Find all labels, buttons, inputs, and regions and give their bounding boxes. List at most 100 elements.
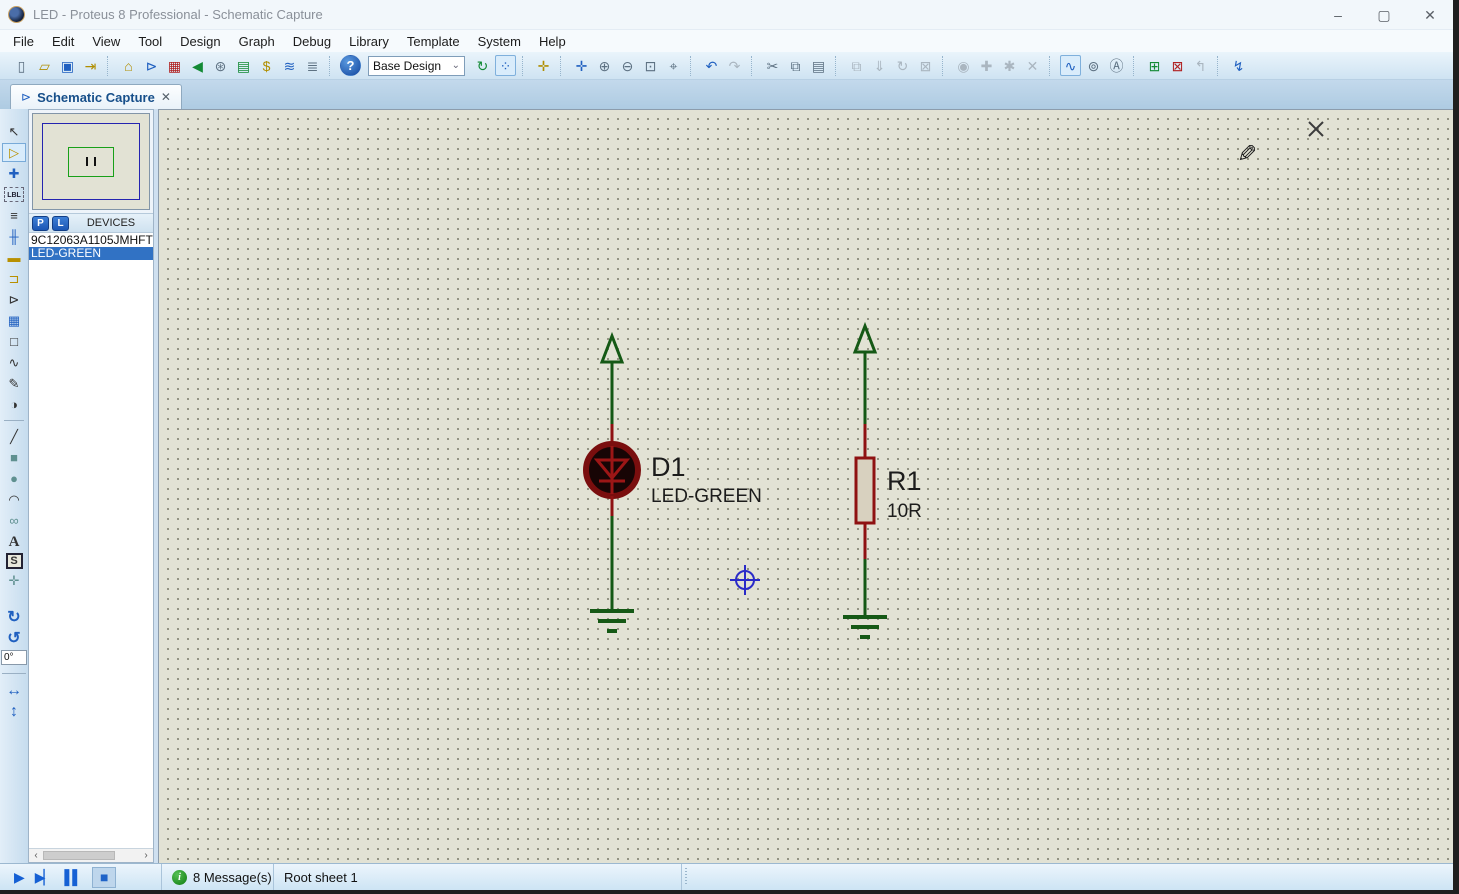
- text-script-mode-icon[interactable]: ≡: [2, 206, 26, 225]
- ground-terminal-d1[interactable]: [590, 609, 634, 633]
- rotation-angle-field[interactable]: [1, 650, 27, 665]
- 2d-symbol-mode-icon[interactable]: S: [5, 553, 23, 569]
- pcb-layout-icon[interactable]: ▦: [164, 55, 185, 76]
- block-move-icon[interactable]: ⇓: [869, 55, 890, 76]
- project-notes-icon[interactable]: ≣: [302, 55, 323, 76]
- 2d-line-mode-icon[interactable]: ╱: [2, 427, 26, 446]
- grid-toggle-icon[interactable]: ⁘: [495, 55, 516, 76]
- import-legacy-icon[interactable]: ⇥: [80, 55, 101, 76]
- step-button[interactable]: ▶▏: [35, 869, 54, 886]
- ground-terminal-r1[interactable]: [843, 615, 887, 639]
- goto-sheet-icon[interactable]: ↰: [1190, 55, 1211, 76]
- menu-item[interactable]: Design: [171, 32, 229, 51]
- rotate-anticlockwise-icon[interactable]: ↺: [2, 629, 26, 648]
- component-r1-resistor[interactable]: [854, 456, 876, 525]
- device-pins-mode-icon[interactable]: ⊳: [2, 290, 26, 309]
- tab-schematic-capture[interactable]: ⊳ Schematic Capture ✕: [10, 84, 182, 109]
- scroll-left-arrow[interactable]: ‹: [29, 850, 43, 861]
- component-ref-d1[interactable]: D1: [651, 452, 686, 482]
- help-icon[interactable]: ?: [340, 55, 361, 76]
- save-project-icon[interactable]: ▣: [57, 55, 78, 76]
- block-copy-icon[interactable]: ⧉: [846, 55, 867, 76]
- 2d-arc-mode-icon[interactable]: ◠: [2, 490, 26, 509]
- decompose-icon[interactable]: ✕: [1022, 55, 1043, 76]
- electrical-rule-check-icon[interactable]: ≋: [279, 55, 300, 76]
- pick-devices-button[interactable]: P: [32, 215, 49, 231]
- library-manager-button[interactable]: L: [52, 215, 69, 231]
- pick-parts-icon[interactable]: ◉: [953, 55, 974, 76]
- rotate-clockwise-icon[interactable]: ↻: [2, 608, 26, 627]
- schematic-capture-icon[interactable]: ⊳: [141, 55, 162, 76]
- paste-icon[interactable]: ▤: [808, 55, 829, 76]
- maximize-button[interactable]: ▢: [1361, 0, 1407, 30]
- mirror-horizontal-icon[interactable]: ↔: [2, 681, 26, 700]
- component-value-d1[interactable]: LED-GREEN: [651, 486, 762, 507]
- component-ref-r1[interactable]: R1: [887, 466, 922, 496]
- menu-item[interactable]: File: [4, 32, 43, 51]
- redo-icon[interactable]: ↷: [724, 55, 745, 76]
- tab-close-icon[interactable]: ✕: [161, 90, 171, 104]
- menu-item[interactable]: Library: [340, 32, 398, 51]
- scrollbar-thumb[interactable]: [43, 851, 115, 860]
- 2d-marker-mode-icon[interactable]: ✛: [2, 571, 26, 590]
- graph-mode-icon[interactable]: ▦: [2, 311, 26, 330]
- bill-of-materials-icon[interactable]: $: [256, 55, 277, 76]
- menu-item[interactable]: Edit: [43, 32, 83, 51]
- power-terminal-r1[interactable]: [852, 321, 878, 354]
- 3d-visualizer-icon[interactable]: ◀: [187, 55, 208, 76]
- design-explorer-icon[interactable]: ▤: [233, 55, 254, 76]
- menu-item[interactable]: View: [83, 32, 129, 51]
- electrical-check-report-icon[interactable]: ↯: [1228, 55, 1249, 76]
- zoom-in-icon[interactable]: ⊕: [594, 55, 615, 76]
- stop-button[interactable]: ■: [92, 866, 117, 888]
- make-device-icon[interactable]: ✚: [976, 55, 997, 76]
- schematic-overview-minimap[interactable]: [32, 113, 150, 210]
- menu-item[interactable]: Tool: [129, 32, 171, 51]
- power-terminal-d1[interactable]: [599, 331, 625, 364]
- center-at-cursor-icon[interactable]: ✛: [571, 55, 592, 76]
- wire-label-mode-icon[interactable]: LBL: [4, 187, 24, 202]
- packaging-tool-icon[interactable]: ✱: [999, 55, 1020, 76]
- virtual-instruments-mode-icon[interactable]: ◑: [2, 395, 26, 414]
- cut-icon[interactable]: ✂: [762, 55, 783, 76]
- 2d-box-mode-icon[interactable]: ■: [2, 448, 26, 467]
- selection-mode-icon[interactable]: ↖: [2, 122, 26, 141]
- 2d-circle-mode-icon[interactable]: ●: [2, 469, 26, 488]
- menu-item[interactable]: Help: [530, 32, 575, 51]
- scroll-right-arrow[interactable]: ›: [139, 850, 153, 861]
- subcircuit-mode-icon[interactable]: ▬: [2, 248, 26, 267]
- refresh-display-icon[interactable]: ↻: [472, 55, 493, 76]
- wire-autorouter-icon[interactable]: ∿: [1060, 55, 1081, 76]
- voltage-probe-mode-icon[interactable]: ✎: [2, 374, 26, 393]
- message-status[interactable]: i 8 Message(s): [162, 864, 274, 890]
- schematic-canvas[interactable]: D1 LED-GREEN R1 10R ✎: [158, 109, 1453, 863]
- search-and-tag-icon[interactable]: ⊚: [1083, 55, 1104, 76]
- design-selector-dropdown[interactable]: Base Design ⌄: [368, 55, 465, 76]
- new-project-icon[interactable]: ▯: [11, 55, 32, 76]
- menu-item[interactable]: System: [469, 32, 530, 51]
- block-delete-icon[interactable]: ⊠: [915, 55, 936, 76]
- tape-recorder-mode-icon[interactable]: □: [2, 332, 26, 351]
- gerber-viewer-icon[interactable]: ⊛: [210, 55, 231, 76]
- junction-dot-mode-icon[interactable]: ✚: [2, 164, 26, 183]
- new-root-sheet-icon[interactable]: ⊞: [1144, 55, 1165, 76]
- buses-mode-icon[interactable]: ╫: [2, 227, 26, 246]
- device-list-item[interactable]: LED-GREEN: [29, 247, 153, 260]
- minimize-button[interactable]: –: [1315, 0, 1361, 30]
- menu-item[interactable]: Debug: [284, 32, 340, 51]
- component-value-r1[interactable]: 10R: [887, 501, 922, 522]
- menu-item[interactable]: Graph: [230, 32, 284, 51]
- property-assignment-icon[interactable]: Ⓐ: [1106, 55, 1127, 76]
- undo-icon[interactable]: ↶: [701, 55, 722, 76]
- zoom-to-area-icon[interactable]: ⊡: [640, 55, 661, 76]
- mirror-vertical-icon[interactable]: ↕: [2, 702, 26, 721]
- copy-icon[interactable]: ⧉: [785, 55, 806, 76]
- home-page-icon[interactable]: ⌂: [118, 55, 139, 76]
- close-button[interactable]: ✕: [1407, 0, 1453, 30]
- open-project-icon[interactable]: ▱: [34, 55, 55, 76]
- block-rotate-icon[interactable]: ↻: [892, 55, 913, 76]
- terminals-mode-icon[interactable]: ⊐: [2, 269, 26, 288]
- false-origin-icon[interactable]: ✛: [533, 55, 554, 76]
- component-d1-led[interactable]: [583, 441, 641, 499]
- remove-sheet-icon[interactable]: ⊠: [1167, 55, 1188, 76]
